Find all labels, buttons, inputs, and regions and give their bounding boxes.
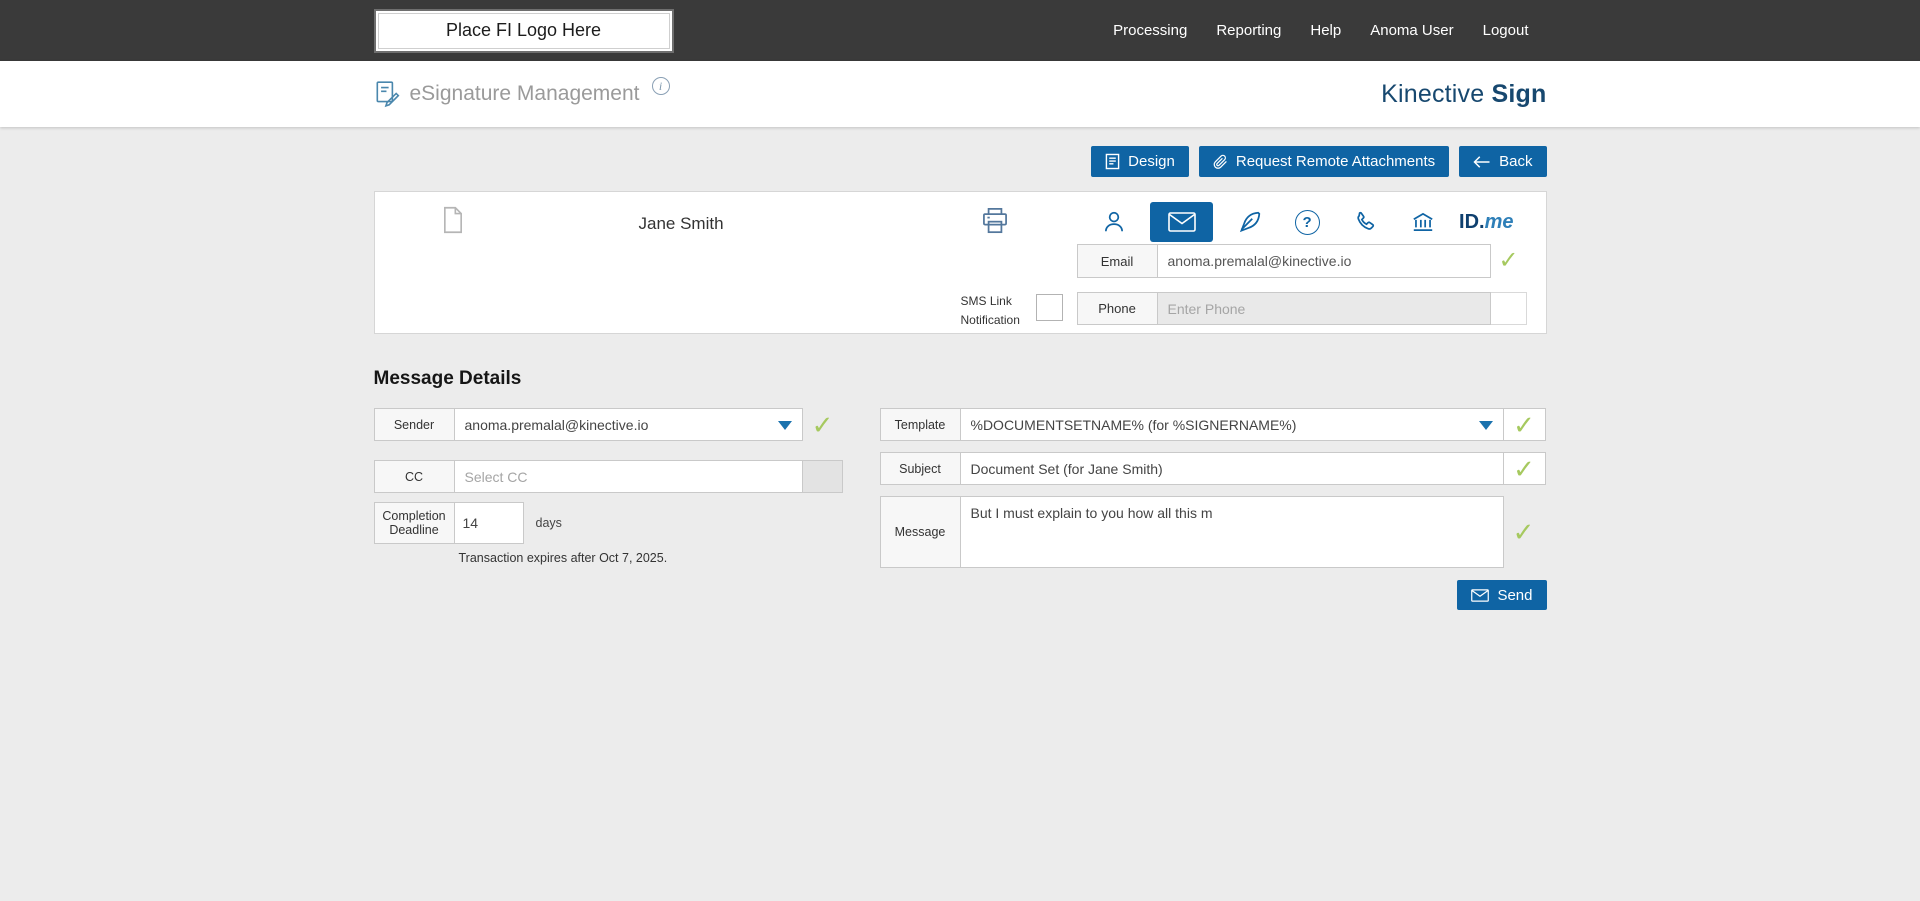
sender-row: Sender anoma.premalal@kinective.io ✓ [373,408,846,441]
design-button[interactable]: Design [1091,146,1189,177]
sender-valid-check-icon: ✓ [811,409,834,440]
nav-reporting[interactable]: Reporting [1216,22,1281,39]
phone-icon[interactable] [1343,202,1387,242]
nav-user-menu[interactable]: Anoma User [1370,22,1453,39]
cc-input[interactable] [454,460,803,493]
phone-check-placeholder [1490,292,1527,325]
brand-logo: Kinective Sign [1381,80,1546,109]
idme-logo[interactable]: ID. me [1459,202,1513,242]
delivery-method-strip: ? ID. me [1092,202,1514,242]
nav-help[interactable]: Help [1310,22,1341,39]
email-label: Email [1076,244,1158,278]
info-icon[interactable]: i [651,77,670,95]
deadline-unit-label: days [535,516,562,530]
chevron-down-icon [1478,421,1493,430]
chevron-down-icon [777,421,792,430]
send-button[interactable]: Send [1457,580,1547,610]
printer-icon[interactable] [981,207,1009,237]
template-select[interactable]: %DOCUMENTSETNAME% (for %SIGNERNAME%) [960,408,1504,441]
brand-primary: Kinective [1381,79,1485,108]
completion-deadline-input[interactable] [454,502,524,544]
email-valid-check-icon: ✓ [1498,247,1519,274]
fi-logo-button[interactable]: Place FI Logo Here [373,8,674,53]
person-icon[interactable] [1092,202,1136,242]
phone-input[interactable] [1157,292,1491,325]
design-doc-icon [1105,153,1120,170]
subject-input[interactable] [960,452,1504,485]
email-row: Email ✓ [1076,244,1527,278]
nav-logout[interactable]: Logout [1483,22,1529,39]
message-valid-check-icon: ✓ [1512,517,1535,547]
template-row: Template %DOCUMENTSETNAME% (for %SIGNERN… [879,408,1547,441]
form-right-column: Template %DOCUMENTSETNAME% (for %SIGNERN… [879,408,1547,568]
cc-row: CC [373,460,846,493]
completion-deadline-label: Completion Deadline [373,502,455,544]
back-arrow-icon [1473,155,1490,168]
message-row: Message But I must explain to you how al… [879,496,1547,568]
document-icon [441,206,465,239]
main-content: Design Request Remote Attachments Back J… [0,127,1920,610]
subject-row: Subject ✓ [879,452,1547,485]
bank-icon[interactable] [1401,202,1445,242]
sms-notification-checkbox[interactable] [1035,294,1063,321]
phone-label: Phone [1076,292,1158,325]
expiration-note: Transaction expires after Oct 7, 2025. [458,551,668,565]
action-toolbar: Design Request Remote Attachments Back [374,146,1547,177]
recipient-card: Jane Smith ? ID. me Email anoma.premalal… [373,191,1547,334]
back-button[interactable]: Back [1459,146,1547,177]
question-circle-icon[interactable]: ? [1285,202,1329,242]
sender-select[interactable]: anoma.premalal@kinective.io [454,408,803,441]
sender-label: Sender [373,408,455,441]
message-textarea[interactable]: But I must explain to you how all this m [960,496,1504,568]
paperclip-icon [1213,154,1227,169]
send-row: Send [374,580,1547,610]
cc-check-placeholder [802,460,843,493]
template-valid-check-icon: ✓ [1503,408,1546,441]
top-nav: Processing Reporting Help Anoma User Log… [1113,22,1546,39]
page-title: eSignature Management [409,82,640,105]
send-envelope-icon [1471,588,1490,602]
form-left-column: Sender anoma.premalal@kinective.io ✓ CC … [373,408,846,568]
request-remote-attachments-button[interactable]: Request Remote Attachments [1198,146,1450,177]
completion-deadline-row: Completion Deadline days [373,502,846,544]
sms-notification-label: SMS Link Notification [960,294,1020,327]
message-details-form: Sender anoma.premalal@kinective.io ✓ CC … [373,408,1547,568]
message-label: Message [879,496,961,568]
template-label: Template [879,408,961,441]
page-header: eSignature Management i Kinective Sign [0,61,1920,127]
nav-processing[interactable]: Processing [1113,22,1187,39]
topbar: Place FI Logo Here Processing Reporting … [0,0,1920,61]
phone-row: Phone [1076,292,1527,325]
cc-label: CC [373,460,455,493]
email-input[interactable] [1157,244,1491,278]
subject-valid-check-icon: ✓ [1503,452,1546,485]
brand-bold: Sign [1491,79,1547,108]
message-details-heading: Message Details [373,368,522,389]
esignature-icon [374,80,400,108]
recipient-name: Jane Smith [638,214,724,233]
quill-pen-icon[interactable] [1227,202,1271,242]
envelope-icon[interactable] [1150,202,1214,242]
subject-label: Subject [879,452,961,485]
